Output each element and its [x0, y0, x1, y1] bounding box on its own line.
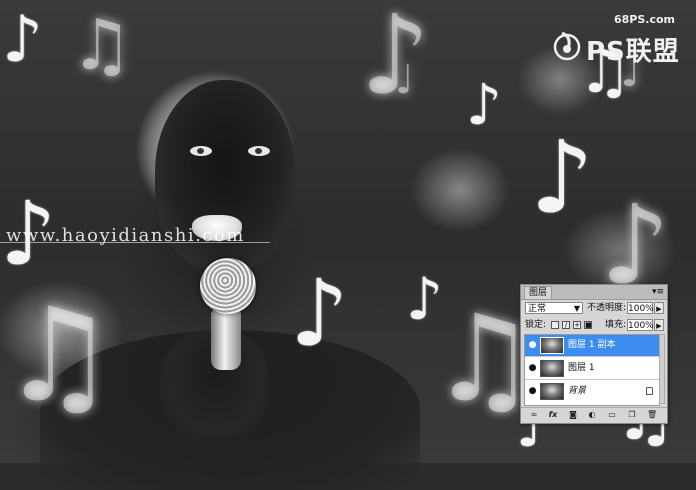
right-eye [248, 146, 270, 156]
microphone-head [200, 258, 256, 314]
layer-thumbnail [540, 383, 564, 400]
panel-menu-icon[interactable]: ▾≡ [652, 287, 664, 297]
fx-icon[interactable]: fx [548, 410, 558, 420]
link-icon[interactable]: ∞ [529, 410, 539, 420]
fill-label: 填充: [605, 320, 627, 330]
layer-name: 图层 1 [568, 363, 595, 373]
eye-icon[interactable]: ● [527, 341, 538, 350]
lock-move-icon[interactable]: + [573, 321, 581, 329]
layer-name: 背景 [568, 386, 587, 396]
eye-icon[interactable]: ● [527, 387, 538, 396]
panel-bottom-bar: ∞ fx ◙ ◐ ▭ ❐ 🗑 [521, 407, 667, 422]
watermark-underline [0, 242, 270, 243]
lock-all-icon[interactable]: ■ [584, 321, 592, 329]
layer-name: 图层 1 副本 [568, 340, 616, 350]
opacity-label: 不透明度: [587, 303, 627, 313]
layers-list: ● 图层 1 副本 ● 图层 1 ● 背景 [524, 334, 660, 406]
fill-input[interactable]: 100% [627, 319, 654, 331]
music-note-icon: ♪ [2, 3, 43, 77]
music-note-icon: ♫ [70, 4, 133, 86]
opacity-input[interactable]: 100% [627, 302, 654, 314]
layer-row[interactable]: ● 背景 [525, 381, 659, 403]
blend-mode-value: 正常 [528, 304, 547, 314]
lock-icon [646, 387, 653, 395]
tab-layers[interactable]: 图层 [524, 286, 553, 299]
chevron-down-icon: ▼ [573, 304, 580, 313]
opacity-arrow-button[interactable]: ▶ [654, 302, 664, 314]
music-note-icon: ♫ [0, 279, 117, 431]
eye-icon[interactable]: ● [527, 364, 538, 373]
layer-thumbnail [540, 337, 564, 354]
mask-icon[interactable]: ◙ [568, 410, 578, 420]
layer-thumbnail [540, 360, 564, 377]
lock-paint-icon[interactable]: / [562, 321, 570, 329]
music-note-icon: ♪ [466, 73, 502, 138]
layers-panel: 图层 ▾≡ 正常 ▼ 不透明度: 100% ▶ 锁定: / + ■ 填充: 10… [520, 284, 668, 424]
logo-site-text: 68PS.com [614, 13, 676, 26]
microphone-body [211, 310, 241, 370]
folder-icon[interactable]: ▭ [607, 410, 617, 420]
layer-row[interactable]: ● 图层 1 副本 [525, 335, 659, 357]
music-note-icon: ♪ [530, 119, 594, 236]
blend-opacity-row: 正常 ▼ 不透明度: 100% ▶ [521, 300, 667, 316]
ps-logo-icon [553, 31, 581, 61]
layer-row[interactable]: ● 图层 1 [525, 358, 659, 380]
lock-fill-row: 锁定: / + ■ 填充: 100% ▶ [521, 317, 667, 333]
left-eye [190, 146, 212, 156]
panel-tab-bar: 图层 ▾≡ [521, 285, 667, 300]
new-layer-icon[interactable]: ❐ [627, 410, 637, 420]
trash-icon[interactable]: 🗑 [647, 410, 657, 420]
layers-scrollbar[interactable] [659, 334, 665, 404]
fill-arrow-button[interactable]: ▶ [654, 319, 664, 331]
lock-transparency-icon[interactable] [551, 321, 559, 329]
blend-mode-select[interactable]: 正常 ▼ [525, 302, 583, 314]
music-note-icon: ♪ [290, 260, 349, 367]
adjustment-icon[interactable]: ◐ [587, 410, 597, 420]
logo-text: PS联盟 [586, 37, 680, 67]
lock-label: 锁定: [525, 320, 547, 330]
music-note-icon: ♩ [395, 57, 414, 103]
